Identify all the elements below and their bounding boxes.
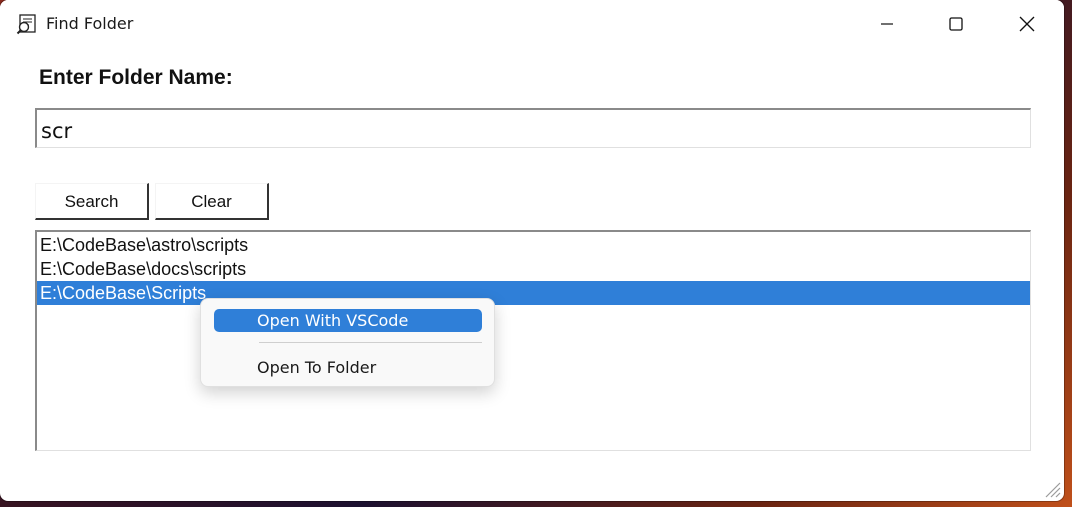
maximize-button[interactable] bbox=[921, 0, 991, 48]
search-button[interactable]: Search bbox=[35, 183, 149, 220]
result-item-2[interactable]: E:\CodeBase\Scripts bbox=[37, 281, 1030, 305]
minimize-button[interactable] bbox=[852, 0, 922, 48]
menu-separator bbox=[259, 342, 482, 343]
close-icon bbox=[1019, 16, 1035, 32]
resize-grip-icon[interactable] bbox=[1040, 477, 1062, 499]
menu-item-open-to-folder[interactable]: Open To Folder bbox=[214, 356, 482, 379]
results-list[interactable]: E:\CodeBase\astro\scripts E:\CodeBase\do… bbox=[35, 230, 1031, 451]
menu-item-open-with-vscode[interactable]: Open With VSCode bbox=[214, 309, 482, 332]
maximize-icon bbox=[949, 17, 963, 31]
window-title: Find Folder bbox=[46, 14, 134, 33]
folder-name-heading: Enter Folder Name: bbox=[39, 66, 233, 89]
result-item-1[interactable]: E:\CodeBase\docs\scripts bbox=[37, 257, 1030, 281]
folder-name-input[interactable] bbox=[35, 108, 1031, 148]
folder-search-icon bbox=[16, 12, 40, 36]
result-item-0[interactable]: E:\CodeBase\astro\scripts bbox=[37, 233, 1030, 257]
clear-button[interactable]: Clear bbox=[155, 183, 269, 220]
title-bar[interactable]: Find Folder bbox=[0, 0, 1064, 48]
close-button[interactable] bbox=[992, 0, 1062, 48]
context-menu: Open With VSCode Open To Folder bbox=[200, 298, 495, 387]
find-folder-window: Find Folder Enter Folder Name: Search Cl… bbox=[0, 0, 1064, 501]
minimize-icon bbox=[880, 17, 894, 31]
